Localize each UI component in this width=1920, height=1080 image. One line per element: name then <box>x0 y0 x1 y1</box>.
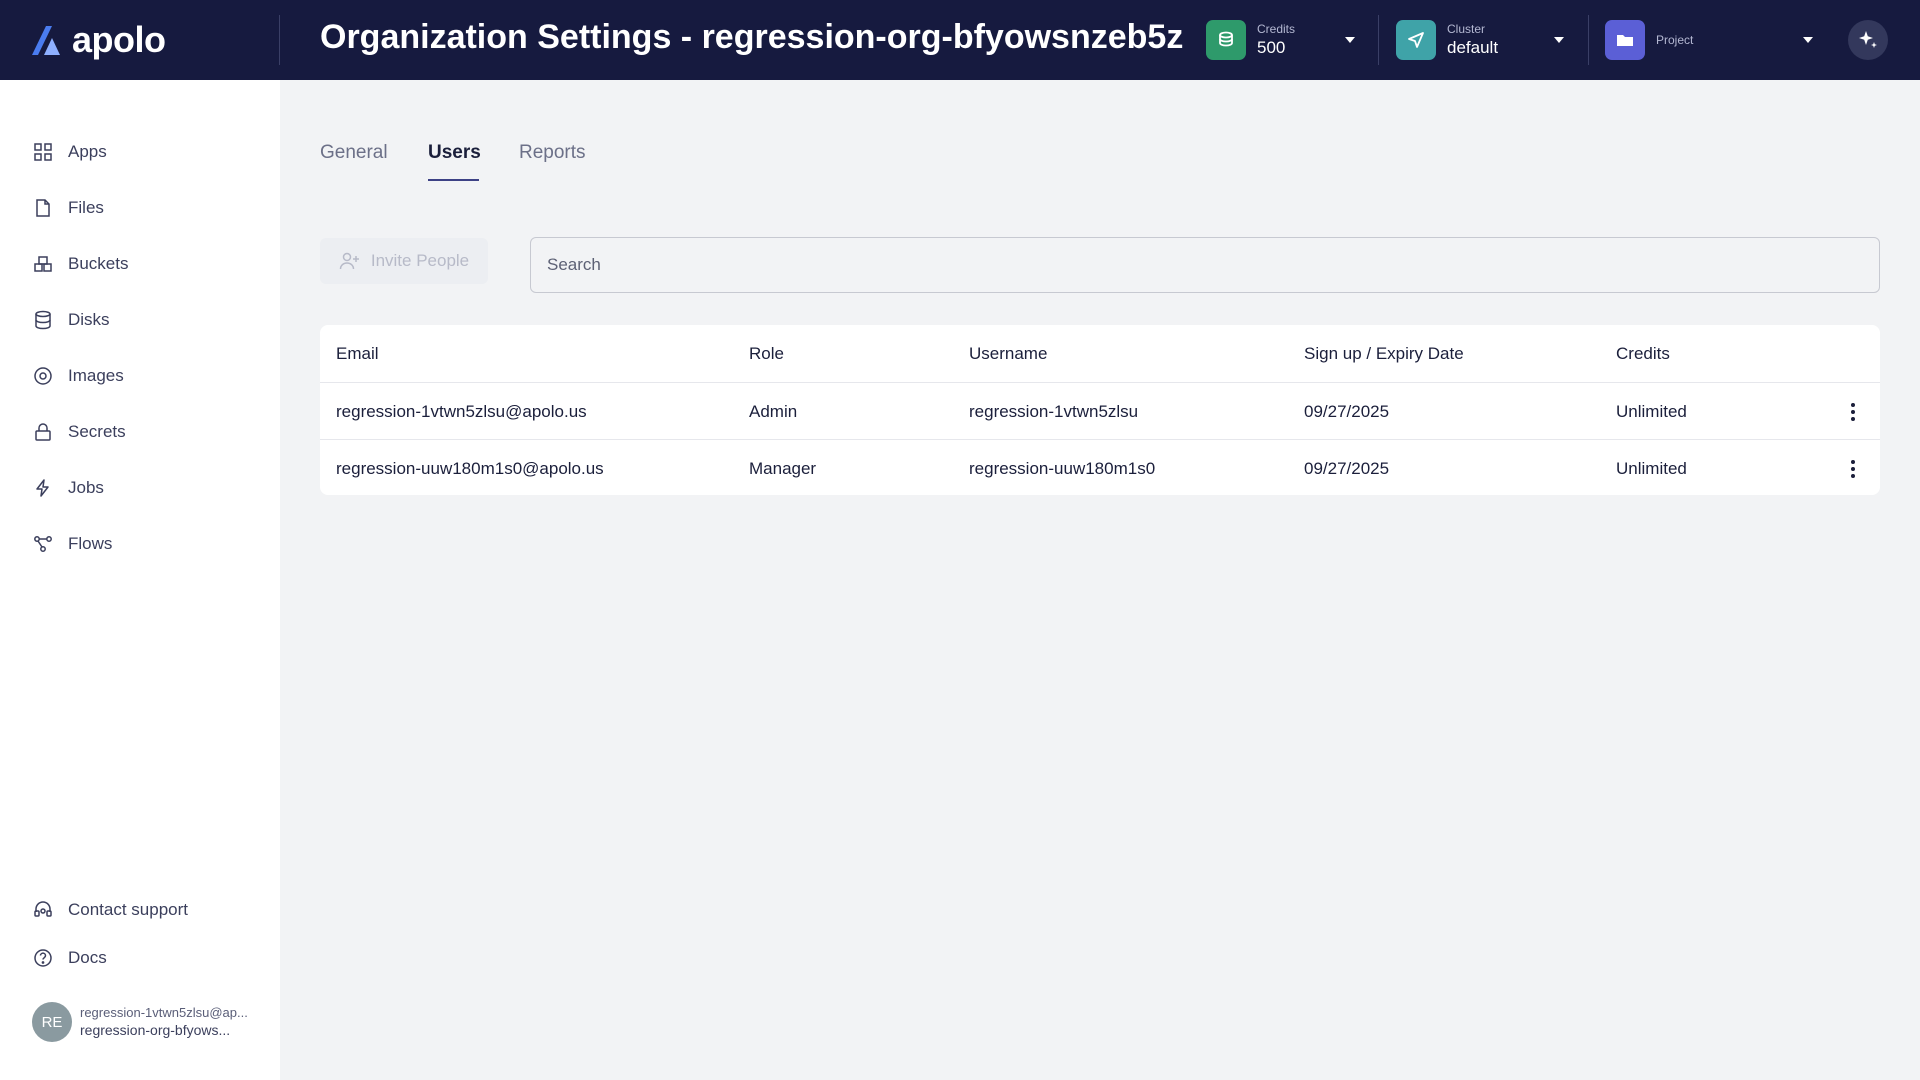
project-label: Project <box>1656 32 1694 47</box>
sidebar-item-files[interactable]: Files <box>32 194 104 222</box>
cluster-value: default <box>1447 37 1499 57</box>
cell-date: 09/27/2025 <box>1304 401 1390 421</box>
sidebar-item-label: Apps <box>68 142 107 161</box>
table-row: regression-1vtwn5zlsu@apolo.us Admin reg… <box>320 382 1880 439</box>
page-title: Organization Settings - regression-org-b… <box>320 18 1184 56</box>
users-table: Email Role Username Sign up / Expiry Dat… <box>320 325 1880 495</box>
user-email: regression-1vtwn5zlsu@ap... <box>80 1005 248 1020</box>
cell-username: regression-1vtwn5zlsu <box>969 401 1139 421</box>
image-disc-icon <box>32 365 54 387</box>
credits-selector[interactable]: Credits 500 <box>1206 18 1295 62</box>
send-icon <box>1396 20 1436 60</box>
column-header-role: Role <box>749 343 784 363</box>
buckets-icon <box>32 253 54 275</box>
sidebar-item-label: Secrets <box>68 422 126 441</box>
header-divider <box>279 15 280 65</box>
top-header: apolo Organization Settings - regression… <box>0 0 1920 80</box>
column-header-date: Sign up / Expiry Date <box>1304 343 1464 363</box>
user-org: regression-org-bfyows... <box>80 1022 231 1038</box>
search-input[interactable] <box>530 237 1880 293</box>
sidebar-item-label: Jobs <box>68 478 104 497</box>
avatar[interactable]: RE <box>32 1002 72 1042</box>
sidebar-item-label: Images <box>68 366 124 385</box>
cell-email: regression-uuw180m1s0@apolo.us <box>336 458 604 478</box>
header-separator <box>1588 15 1589 65</box>
cell-date: 09/27/2025 <box>1304 458 1390 478</box>
flow-icon <box>32 533 54 555</box>
cluster-selector[interactable]: Cluster default <box>1396 18 1498 62</box>
credits-label: Credits <box>1257 21 1296 36</box>
tab-reports[interactable]: Reports <box>519 142 586 164</box>
sidebar-item-label: Docs <box>68 948 107 967</box>
headset-icon <box>32 899 54 921</box>
project-selector[interactable]: Project <box>1605 18 1693 62</box>
sidebar-item-secrets[interactable]: Secrets <box>32 418 126 446</box>
sidebar-item-flows[interactable]: Flows <box>32 530 112 558</box>
sidebar-item-label: Disks <box>68 310 110 329</box>
sidebar-item-contact-support[interactable]: Contact support <box>32 896 188 924</box>
cell-credits: Unlimited <box>1616 458 1687 478</box>
column-header-username: Username <box>969 343 1048 363</box>
active-tab-indicator <box>428 179 479 181</box>
sidebar-item-jobs[interactable]: Jobs <box>32 474 104 502</box>
sidebar: Apps Files Buckets Disks Images Secrets … <box>0 80 280 1080</box>
database-icon <box>32 309 54 331</box>
cell-email: regression-1vtwn5zlsu@apolo.us <box>336 401 587 421</box>
apolo-logo-icon <box>32 26 60 55</box>
assistant-button[interactable] <box>1848 20 1888 60</box>
sidebar-item-images[interactable]: Images <box>32 362 124 390</box>
lightning-icon <box>32 477 54 499</box>
column-header-credits: Credits <box>1616 343 1670 363</box>
invite-people-label: Invite People <box>370 251 470 270</box>
sidebar-item-label: Contact support <box>68 900 189 919</box>
file-icon <box>32 197 54 219</box>
lock-icon <box>32 421 54 443</box>
sidebar-item-label: Flows <box>68 534 113 553</box>
sidebar-item-label: Files <box>68 198 104 217</box>
cell-username: regression-uuw180m1s0 <box>969 458 1156 478</box>
project-chevron-down-icon[interactable] <box>1803 37 1813 43</box>
sidebar-item-docs[interactable]: Docs <box>32 944 107 972</box>
sparkle-icon <box>1859 31 1877 48</box>
invite-people-button[interactable]: Invite People <box>320 238 488 284</box>
credits-chevron-down-icon[interactable] <box>1345 37 1355 43</box>
sidebar-item-disks[interactable]: Disks <box>32 306 110 334</box>
help-circle-icon <box>32 947 54 969</box>
tab-general[interactable]: General <box>320 142 388 164</box>
add-user-icon <box>339 252 359 270</box>
row-menu-icon[interactable] <box>1840 454 1866 484</box>
tab-users[interactable]: Users <box>428 142 481 164</box>
table-header-row: Email Role Username Sign up / Expiry Dat… <box>320 325 1880 382</box>
cell-credits: Unlimited <box>1616 401 1687 421</box>
sidebar-item-apps[interactable]: Apps <box>32 138 107 166</box>
coins-icon <box>1206 20 1246 60</box>
sidebar-item-label: Buckets <box>68 254 129 273</box>
folder-icon <box>1605 20 1645 60</box>
credits-value: 500 <box>1257 37 1286 57</box>
apolo-logo[interactable]: apolo <box>30 18 166 62</box>
apps-grid-icon <box>32 141 54 163</box>
column-header-email: Email <box>336 343 379 363</box>
cluster-label: Cluster <box>1447 21 1486 36</box>
cluster-chevron-down-icon[interactable] <box>1554 37 1564 43</box>
logo-text: apolo <box>72 19 166 60</box>
table-row: regression-uuw180m1s0@apolo.us Manager r… <box>320 439 1880 496</box>
row-menu-icon[interactable] <box>1840 397 1866 427</box>
header-separator <box>1378 15 1379 65</box>
sidebar-item-buckets[interactable]: Buckets <box>32 250 128 278</box>
cell-role: Manager <box>749 458 817 478</box>
cell-role: Admin <box>749 401 798 421</box>
